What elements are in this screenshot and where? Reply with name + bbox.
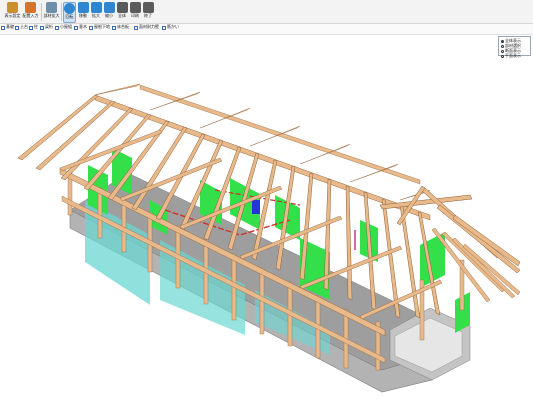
view-option-plan[interactable]: 平面表示: [501, 53, 528, 58]
fit-button[interactable]: 全体: [116, 2, 128, 23]
rotate-icon: [64, 3, 75, 14]
move-button[interactable]: 移動: [77, 2, 89, 23]
layer-checkbox[interactable]: [15, 26, 19, 30]
print-button[interactable]: 印刷: [129, 2, 141, 23]
layer-toggle-foundation[interactable]: 基礎: [6, 24, 14, 30]
layer-checkbox[interactable]: [89, 26, 93, 30]
layer-toggle-bearing-wall[interactable]: 面材耐力壁: [139, 24, 159, 30]
layer-toggle-bar: 基礎 土台 柱 梁桁 小屋組 垂木 屋根下地 床合板 面材耐力壁 筋かい: [0, 24, 533, 35]
zoom-in-icon: [90, 2, 102, 13]
layer-checkbox[interactable]: [40, 26, 44, 30]
3d-viewport[interactable]: [0, 35, 533, 400]
layer-toggle-roof-sheathing[interactable]: 屋根下地: [94, 24, 110, 30]
layer-checkbox[interactable]: [134, 26, 138, 30]
layer-toggle-sill[interactable]: 土台: [20, 24, 28, 30]
layer-checkbox[interactable]: [74, 26, 78, 30]
layer-toggle-roof-frame[interactable]: 小屋組: [60, 24, 72, 30]
layer-toggle-beam[interactable]: 梁桁: [45, 24, 53, 30]
gable-truss: [379, 185, 521, 274]
toolbar-separator: [61, 3, 62, 21]
layer-checkbox[interactable]: [162, 26, 166, 30]
print-icon: [129, 2, 141, 13]
toolbar-separator: [41, 3, 42, 21]
radio-icon: [501, 54, 504, 58]
member-zoom-icon: [46, 2, 57, 13]
layer-toggle-column[interactable]: 柱: [34, 24, 38, 30]
layer-toggle-rafter[interactable]: 垂木: [79, 24, 87, 30]
display-settings-button[interactable]: 表示設定: [4, 2, 21, 23]
selected-member: [252, 200, 260, 214]
member-zoom-button[interactable]: 部材拡大: [43, 2, 60, 23]
fit-icon: [116, 2, 128, 13]
layout-input-icon: [25, 2, 36, 13]
layer-toggle-floor-panel[interactable]: 床合板: [117, 24, 129, 30]
layer-checkbox[interactable]: [1, 26, 5, 30]
zoom-out-icon: [103, 2, 115, 13]
main-toolbar: 表示設定 配置入力 部材拡大 回転 移動 拡大 縮小 全体 印刷 終了: [0, 0, 533, 24]
layer-checkbox[interactable]: [112, 26, 116, 30]
layer-toggle-brace[interactable]: 筋かい: [167, 24, 179, 30]
display-settings-icon: [7, 2, 18, 13]
exit-icon: [142, 2, 154, 13]
move-icon: [77, 2, 89, 13]
house-frame-model[interactable]: [0, 35, 533, 400]
zoom-out-button[interactable]: 縮小: [103, 2, 115, 23]
layer-checkbox[interactable]: [55, 26, 59, 30]
layout-input-button[interactable]: 配置入力: [22, 2, 39, 23]
zoom-in-button[interactable]: 拡大: [90, 2, 102, 23]
exit-button[interactable]: 終了: [142, 2, 154, 23]
rotate-button[interactable]: 回転: [63, 2, 76, 23]
view-mode-panel: 全体表示 部材選択 断面表示 平面表示: [498, 36, 531, 58]
layer-checkbox[interactable]: [29, 26, 33, 30]
